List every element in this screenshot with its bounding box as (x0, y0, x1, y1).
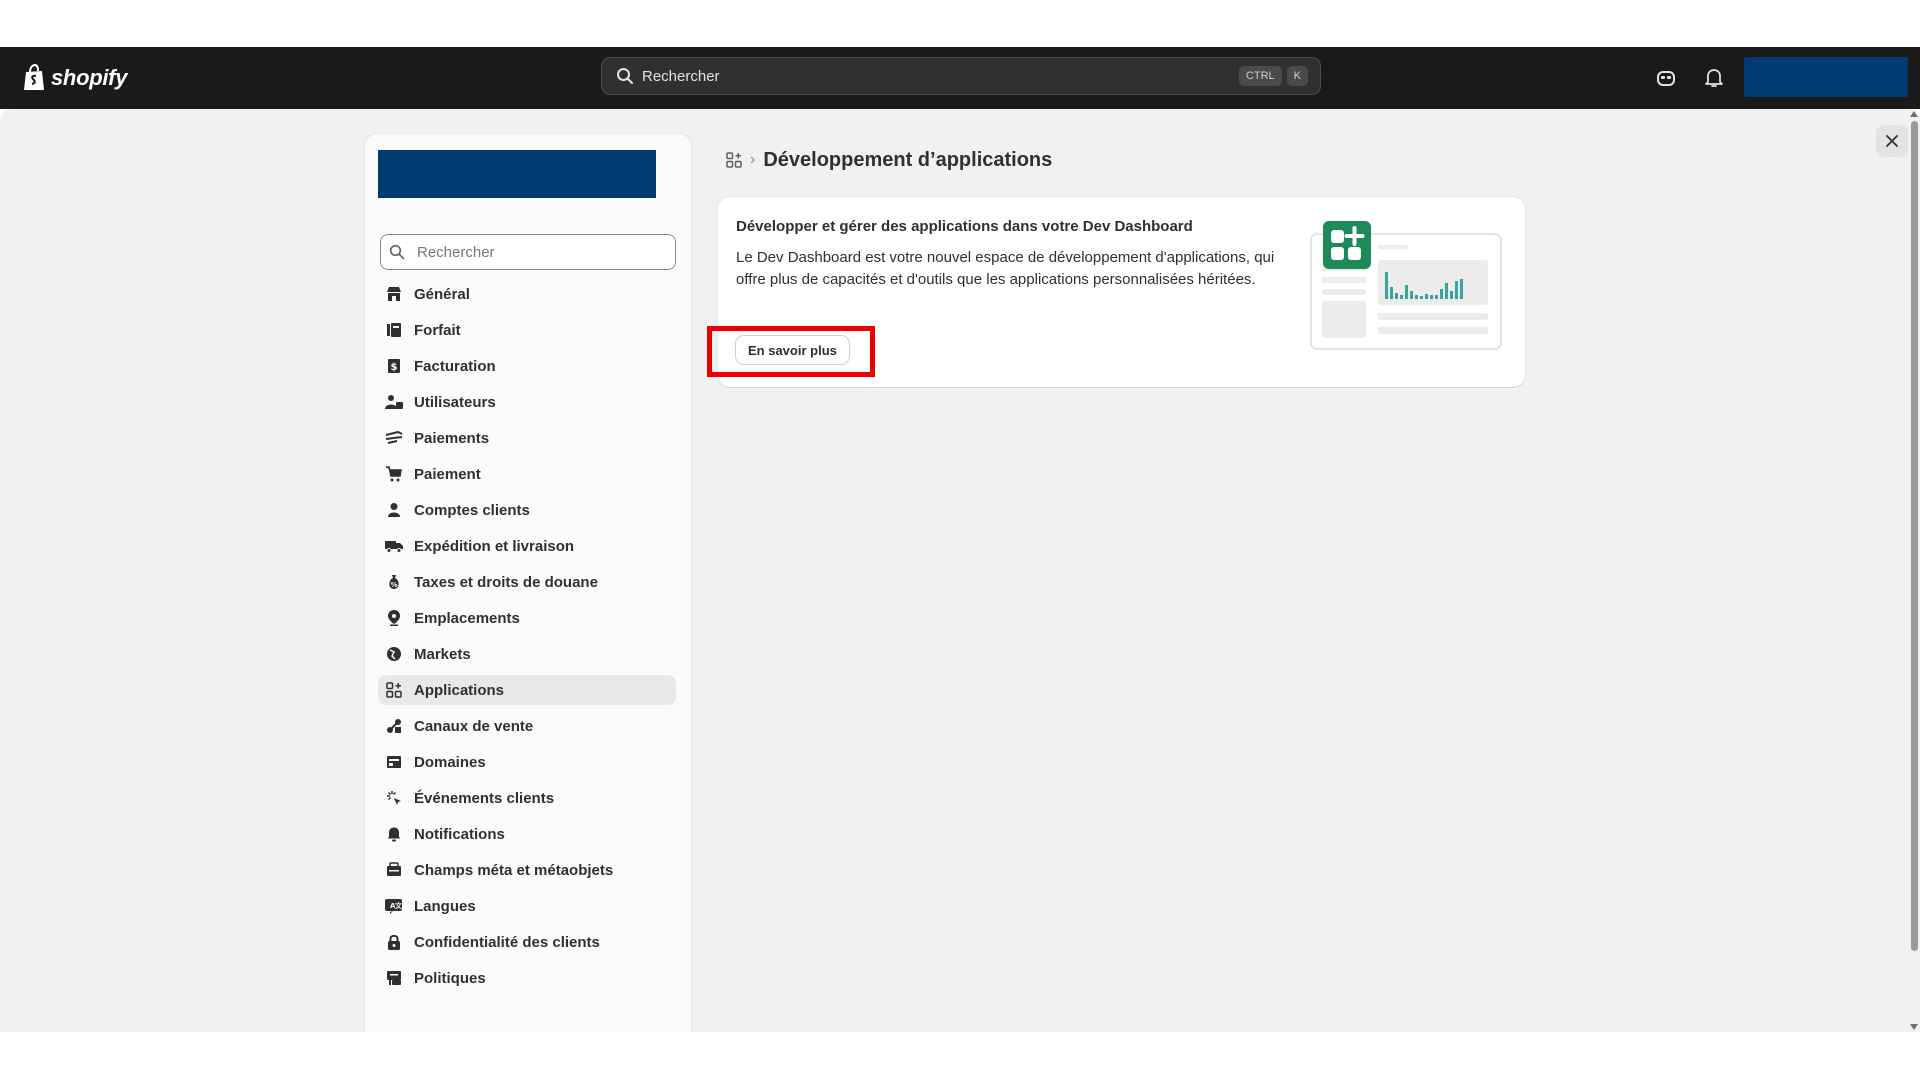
dev-dashboard-illustration (1310, 221, 1502, 350)
shopify-logo[interactable]: shopify (22, 62, 127, 94)
sidebar-item-plan[interactable]: Forfait (378, 315, 676, 345)
scroll-down-arrow[interactable] (1910, 1024, 1918, 1030)
sidebar-item-policies[interactable]: Politiques (378, 963, 676, 993)
events-icon (384, 788, 404, 808)
page-title: Développement d’applications (763, 148, 1053, 171)
sidebar-item-checkout[interactable]: Paiement (378, 459, 676, 489)
lock-icon (384, 932, 404, 952)
card-description: Le Dev Dashboard est votre nouvel espace… (736, 249, 1275, 288)
sidebar-item-languages[interactable]: A文 Langues (378, 891, 676, 921)
sidebar-item-label: Général (414, 285, 470, 303)
notifications-button[interactable] (1701, 65, 1727, 91)
truck-icon (384, 536, 404, 556)
sidebar-item-domains[interactable]: Domaines (378, 747, 676, 777)
sidebar-item-customer-events[interactable]: Événements clients (378, 783, 676, 813)
sidebar-item-label: Comptes clients (414, 501, 530, 519)
card-title: Développer et gérer des applications dan… (736, 218, 1193, 235)
search-icon (617, 68, 633, 84)
scrollbar-thumb[interactable] (1911, 121, 1918, 951)
sidebar-item-label: Expédition et livraison (414, 537, 575, 555)
sidebar-item-label: Domaines (414, 753, 486, 771)
svg-text:%: % (390, 581, 397, 589)
sidebar-item-sales-channels[interactable]: Canaux de vente (378, 711, 676, 741)
payments-icon (384, 428, 404, 448)
location-icon (384, 608, 404, 628)
globe-icon (384, 644, 404, 664)
languages-icon: A文 (384, 896, 404, 916)
sidebar-item-notifications[interactable]: Notifications (378, 819, 676, 849)
sidebar-item-locations[interactable]: Emplacements (378, 603, 676, 633)
sidebar-item-label: Taxes et droits de douane (414, 573, 598, 591)
sidebar-item-label: Langues (414, 897, 476, 915)
cart-icon (384, 464, 404, 484)
account-menu-button[interactable] (1744, 57, 1908, 97)
sidekick-icon (1657, 71, 1675, 86)
svg-text:文: 文 (395, 901, 403, 910)
channels-icon (384, 716, 404, 736)
tax-icon: % (384, 572, 404, 592)
settings-nav: Général Forfait $ Facturation Utilisateu… (378, 279, 676, 999)
person-icon (384, 500, 404, 520)
sidebar-item-customer-accounts[interactable]: Comptes clients (378, 495, 676, 525)
breadcrumb-separator: › (750, 151, 756, 168)
highlight-annotation (707, 326, 875, 377)
close-settings-button[interactable] (1876, 125, 1908, 157)
apps-icon[interactable] (726, 152, 742, 168)
search-icon (389, 244, 405, 260)
users-icon (384, 392, 404, 412)
sidebar-item-label: Champs méta et métaobjets (414, 861, 614, 879)
store-icon (384, 284, 404, 304)
sidebar-item-label: Paiement (414, 465, 481, 483)
metafields-icon (384, 860, 404, 880)
shortcut-key-ctrl: CTRL (1238, 66, 1282, 86)
search-shortcut: CTRL K (1238, 66, 1308, 86)
sidebar-item-label: Politiques (414, 969, 486, 987)
sidebar-item-label: Notifications (414, 825, 505, 843)
sidekick-button[interactable] (1653, 65, 1679, 91)
brand-name: shopify (51, 65, 128, 90)
store-info-block[interactable] (378, 150, 656, 198)
sidebar-item-label: Événements clients (414, 789, 555, 807)
sidebar-item-apps[interactable]: Applications (378, 675, 676, 705)
bell-icon (1705, 69, 1723, 87)
sidebar-item-payments[interactable]: Paiements (378, 423, 676, 453)
sidebar-item-label: Markets (414, 645, 471, 663)
global-search-input[interactable]: Rechercher CTRL K (601, 57, 1321, 95)
policies-icon (384, 968, 404, 988)
sidebar-item-label: Applications (414, 681, 505, 699)
breadcrumb: › Développement d’applications (726, 147, 1052, 173)
settings-sidebar: Rechercher Général Forfait $ Facturation (365, 134, 691, 1032)
sidebar-item-label: Facturation (414, 357, 496, 375)
sidebar-item-markets[interactable]: Markets (378, 639, 676, 669)
sidebar-item-metafields[interactable]: Champs méta et métaobjets (378, 855, 676, 885)
billing-icon: $ (384, 356, 404, 376)
sidebar-item-billing[interactable]: $ Facturation (378, 351, 676, 381)
sidebar-item-users[interactable]: Utilisateurs (378, 387, 676, 417)
settings-search-placeholder: Rechercher (417, 243, 495, 261)
sidebar-item-label: Confidentialité des clients (414, 933, 600, 951)
domains-icon (384, 752, 404, 772)
shortcut-key-k: K (1286, 66, 1308, 86)
settings-modal: Rechercher Général Forfait $ Facturation (0, 109, 1920, 1032)
plan-icon (384, 320, 404, 340)
top-bar: shopify Rechercher CTRL K (0, 47, 1920, 109)
sidebar-item-label: Canaux de vente (414, 717, 534, 735)
bell-icon (384, 824, 404, 844)
sidebar-item-label: Utilisateurs (414, 393, 496, 411)
close-icon (1886, 135, 1898, 147)
settings-search-input[interactable]: Rechercher (380, 234, 676, 270)
sidebar-item-customer-privacy[interactable]: Confidentialité des clients (378, 927, 676, 957)
global-search-placeholder: Rechercher (642, 67, 720, 85)
apps-icon (384, 680, 404, 700)
sidebar-item-label: Forfait (414, 321, 461, 339)
sidebar-item-shipping[interactable]: Expédition et livraison (378, 531, 676, 561)
sidebar-item-general[interactable]: Général (378, 279, 676, 309)
sidebar-item-taxes[interactable]: % Taxes et droits de douane (378, 567, 676, 597)
svg-text:$: $ (391, 362, 398, 373)
scroll-up-arrow[interactable] (1910, 111, 1918, 117)
sidebar-item-label: Emplacements (414, 609, 520, 627)
shopify-bag-icon (24, 64, 44, 90)
scrollbar[interactable] (1908, 109, 1920, 1032)
sidebar-item-label: Paiements (414, 429, 490, 447)
